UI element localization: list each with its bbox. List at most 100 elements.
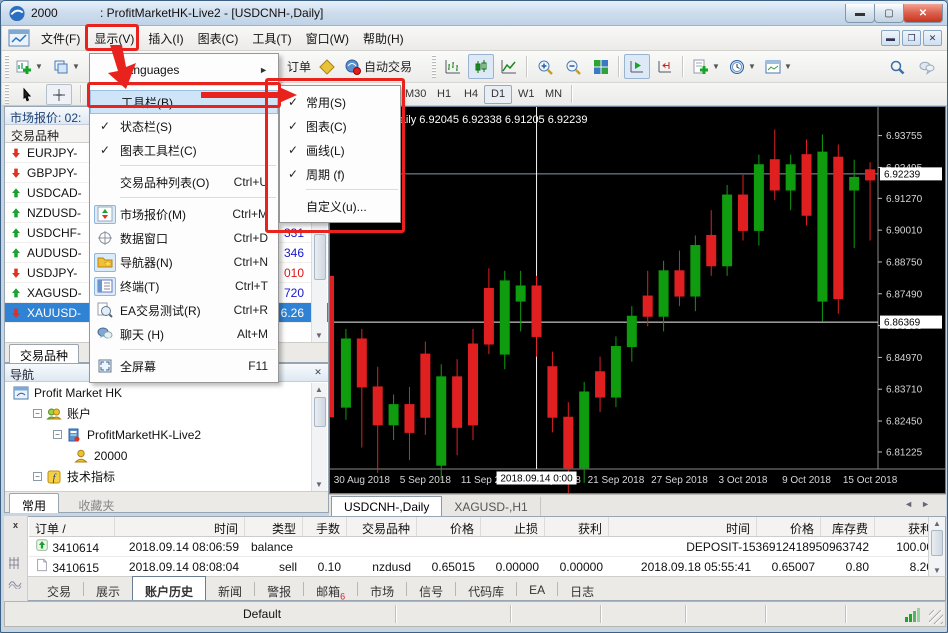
column-header[interactable]: 止损 — [481, 517, 545, 536]
submenu-item[interactable]: ✓周期 (f) — [280, 162, 400, 186]
zoom-out-button[interactable] — [560, 54, 586, 79]
tree-item[interactable]: −ProfitMarketHK-Live2 — [5, 424, 328, 445]
menu-item[interactable]: 工具栏(B) — [90, 90, 278, 114]
timeframe-h1-button[interactable]: H1 — [430, 85, 458, 104]
child-minimize-button[interactable]: ▬ — [881, 30, 900, 46]
new-order-button[interactable]: 订单 — [282, 54, 316, 79]
timeframe-mn-button[interactable]: MN — [538, 85, 569, 104]
terminal-tab-8[interactable]: 代码库 — [456, 579, 516, 600]
menu-insert[interactable]: 插入(I) — [141, 26, 190, 51]
menu-item[interactable]: EA交易测试(R)Ctrl+R — [90, 298, 278, 322]
toolbar-drag-handle[interactable] — [5, 55, 9, 79]
menu-file[interactable]: 文件(F) — [34, 26, 87, 51]
column-header[interactable]: 订单 / — [29, 517, 115, 536]
periods-button[interactable]: ▼ — [724, 54, 761, 79]
column-header[interactable]: 手数 — [303, 517, 347, 536]
toolbar-drag-handle[interactable] — [432, 55, 436, 79]
menu-item[interactable]: 导航器(N)Ctrl+N — [90, 250, 278, 274]
submenu-item[interactable]: ✓画线(L) — [280, 138, 400, 162]
tree-item[interactable]: −账户 — [5, 403, 328, 424]
tab-favorites[interactable]: 收藏夹 — [66, 494, 126, 514]
zoom-in-button[interactable] — [532, 54, 558, 79]
column-header[interactable]: 获利 — [545, 517, 609, 536]
maximize-button[interactable]: ▢ — [874, 4, 904, 23]
column-header[interactable]: 库存费 — [821, 517, 875, 536]
terminal-tab-7[interactable]: 信号 — [407, 579, 455, 600]
tree-expander[interactable]: − — [33, 472, 42, 481]
menu-item[interactable]: ✓图表工具栏(C) — [90, 138, 278, 162]
terminal-tab-10[interactable]: 日志 — [558, 579, 606, 600]
candlestick-chart[interactable]: 6.937556.924956.912706.900106.887506.874… — [330, 107, 945, 493]
menu-item[interactable]: 数据窗口Ctrl+D — [90, 226, 278, 250]
timeframe-m30-button[interactable]: M30 — [398, 85, 433, 104]
column-header[interactable]: 类型 — [245, 517, 303, 536]
menu-item[interactable]: ✓状态栏(S) — [90, 114, 278, 138]
menu-item[interactable]: 市场报价(M)Ctrl+M — [90, 202, 278, 226]
menu-item[interactable]: 终端(T)Ctrl+T — [90, 274, 278, 298]
timeframe-h4-button[interactable]: H4 — [457, 85, 485, 104]
column-header[interactable]: 时间 — [609, 517, 757, 536]
minimize-button[interactable]: ▬ — [845, 4, 875, 23]
tree-item[interactable]: 20000 — [5, 445, 328, 466]
order-row[interactable]: 34106142018.09.14 08:06:59balanceDEPOSIT… — [29, 537, 928, 557]
tree-item[interactable]: Profit Market HK — [5, 382, 328, 403]
resize-grip[interactable] — [929, 610, 943, 624]
new-chart-button[interactable]: ▼ — [11, 54, 48, 79]
column-header[interactable]: 价格 — [417, 517, 481, 536]
tree-item[interactable]: −f技术指标 — [5, 466, 328, 487]
child-restore-button[interactable]: ❐ — [902, 30, 921, 46]
chart-tab-xagusd[interactable]: XAGUSD-,H1 — [442, 497, 540, 518]
templates-button[interactable]: ▼ — [760, 54, 797, 79]
chart-window-icon[interactable] — [8, 29, 30, 47]
terminal-tab-0[interactable]: 交易 — [35, 579, 83, 600]
chart-tab-scroll-arrows[interactable]: ◄► — [904, 499, 938, 509]
terminal-scrollbar[interactable]: ▲ ▼ — [928, 517, 945, 577]
profiles-button[interactable]: ▼ — [48, 54, 85, 79]
terminal-tab-2[interactable]: 账户历史 — [132, 576, 206, 600]
menu-charts[interactable]: 图表(C) — [191, 26, 246, 51]
bar-chart-button[interactable] — [440, 54, 466, 79]
indicators-button[interactable]: ▼ — [688, 54, 725, 79]
tree-expander[interactable]: − — [33, 409, 42, 418]
tile-windows-button[interactable] — [588, 54, 614, 79]
menu-view[interactable]: 显示(V) — [87, 26, 141, 51]
terminal-tab-4[interactable]: 警报 — [255, 579, 303, 600]
submenu-item[interactable]: ✓图表(C) — [280, 114, 400, 138]
column-header[interactable]: 交易品种 — [347, 517, 417, 536]
auto-scroll-button[interactable] — [624, 54, 650, 79]
crosshair-tool-button[interactable] — [46, 84, 72, 105]
menu-item[interactable]: 全屏幕F11 — [90, 354, 278, 378]
chart-window[interactable]: 6.937556.924956.912706.900106.887506.874… — [329, 106, 946, 494]
navigator-scrollbar[interactable]: ▲ ▼ — [311, 383, 327, 491]
submenu-item[interactable]: ✓常用(S) — [280, 90, 400, 114]
submenu-item[interactable]: 自定义(u)... — [280, 194, 400, 218]
status-profile[interactable]: Default — [243, 607, 281, 621]
chat-button[interactable] — [914, 54, 940, 79]
terminal-close-icon[interactable]: x — [4, 520, 27, 530]
menu-tools[interactable]: 工具(T) — [245, 26, 298, 51]
menu-item[interactable]: Languages► — [90, 58, 278, 82]
terminal-tab-9[interactable]: EA — [517, 579, 557, 600]
timeframe-w1-button[interactable]: W1 — [511, 85, 542, 104]
timeframe-d1-button[interactable]: D1 — [484, 85, 512, 104]
column-header[interactable]: 价格 — [757, 517, 821, 536]
order-row[interactable]: 34106152018.09.14 08:08:04sell0.10nzdusd… — [29, 557, 928, 576]
toolbar-drag-handle[interactable] — [5, 84, 9, 104]
terminal-tab-3[interactable]: 新闻 — [206, 579, 254, 600]
terminal-tab-6[interactable]: 市场 — [358, 579, 406, 600]
search-button[interactable] — [884, 54, 910, 79]
column-header[interactable]: 时间 — [115, 517, 245, 536]
menu-item[interactable]: 聊天 (H)Alt+M — [90, 322, 278, 346]
navigator-close-icon[interactable]: ✕ — [311, 366, 325, 379]
menu-help[interactable]: 帮助(H) — [356, 26, 411, 51]
chart-tab-usdcnh[interactable]: USDCNH-,Daily — [331, 496, 442, 517]
tab-symbols[interactable]: 交易品种 — [9, 344, 79, 363]
autotrade-button[interactable]: 自动交易 — [340, 54, 417, 79]
order-book-button[interactable] — [314, 54, 340, 79]
chart-shift-button[interactable] — [652, 54, 678, 79]
cursor-tool-button[interactable] — [14, 84, 40, 105]
column-header[interactable]: 获利 — [875, 517, 928, 536]
menu-item[interactable]: 交易品种列表(O)Ctrl+U — [90, 170, 278, 194]
close-button[interactable]: ✕ — [903, 4, 943, 23]
child-close-button[interactable]: ✕ — [923, 30, 942, 46]
